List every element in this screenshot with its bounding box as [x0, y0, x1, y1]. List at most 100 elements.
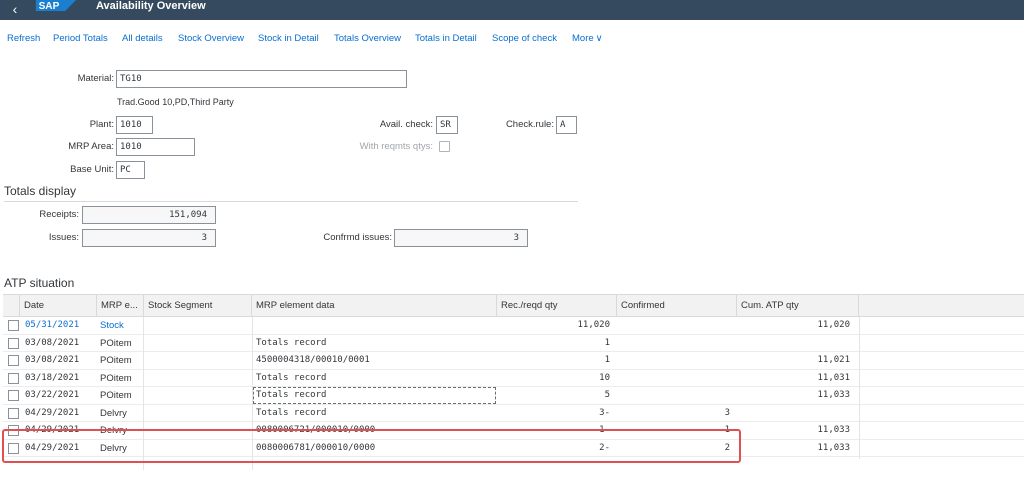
- svg-text:SAP: SAP: [39, 1, 60, 11]
- table-row[interactable]: 03/18/2021 POitem Totals record 10 11,031: [3, 370, 1024, 387]
- table-row[interactable]: 04/29/2021 Delvry Totals record 3- 3: [3, 405, 1024, 422]
- stock-segment-cell: [148, 405, 248, 422]
- mrp-element-cell: POitem: [100, 355, 132, 366]
- plant-label: Plant:: [89, 119, 114, 130]
- confirmed-cell: [620, 317, 730, 334]
- stock-segment-cell: [148, 317, 248, 334]
- totals-separator: [4, 201, 578, 202]
- mrp-element-cell: POitem: [100, 372, 132, 384]
- table-row[interactable]: 05/31/2021 Stock 11,020 11,020: [3, 317, 1024, 335]
- mrp-element-cell[interactable]: Stock: [100, 317, 142, 334]
- cum-atp-qty-cell: 11,033: [817, 390, 850, 400]
- row-select-checkbox[interactable]: [8, 390, 19, 401]
- confirmed-cell: 3: [724, 407, 730, 418]
- mrp-area-label: MRP Area:: [68, 141, 114, 152]
- back-arrow-icon[interactable]: ‹: [6, 2, 24, 18]
- mrp-element-data-cell: Totals record: [256, 337, 327, 348]
- cum-atp-qty-cell: 11,031: [817, 372, 850, 383]
- cum-atp-qty-cell: 11,020: [817, 320, 850, 330]
- stock-segment-cell: [148, 387, 248, 404]
- confirmed-issues-label: Confrmd issues:: [323, 232, 392, 243]
- material-description: Trad.Good 10,PD,Third Party: [117, 97, 234, 107]
- toolbar: Refresh Period Totals All details Stock …: [0, 32, 1024, 48]
- table-row[interactable]: 03/22/2021 POitem Totals record 5 11,033: [3, 387, 1024, 405]
- more-label: More: [572, 33, 594, 44]
- col-date[interactable]: Date: [20, 295, 97, 316]
- grid-divider: [859, 317, 860, 459]
- avail-check-label: Avail. check:: [379, 119, 433, 130]
- cum-atp-qty-cell: [740, 335, 850, 352]
- select-all-column[interactable]: [3, 295, 20, 316]
- mrp-element-data-cell: 4500004318/00010/0001: [256, 355, 370, 365]
- cell-focus-indicator: [253, 387, 496, 404]
- atp-situation-title: ATP situation: [4, 276, 75, 290]
- period-totals-button[interactable]: Period Totals: [53, 32, 108, 46]
- mrp-element-data-cell: Totals record: [256, 372, 327, 383]
- check-rule-field: A: [556, 116, 577, 134]
- date-cell: 03/18/2021: [25, 372, 80, 383]
- col-confirmed[interactable]: Confirmed: [617, 295, 737, 316]
- row-select-checkbox[interactable]: [8, 337, 19, 349]
- scope-of-check-button[interactable]: Scope of check: [492, 32, 557, 46]
- base-unit-label: Base Unit:: [70, 164, 114, 175]
- issues-label: Issues:: [48, 232, 79, 243]
- rec-reqd-qty-cell: 11,020: [577, 320, 610, 330]
- date-cell: 03/08/2021: [25, 355, 80, 365]
- mrp-element-cell: POitem: [100, 390, 132, 401]
- refresh-button[interactable]: Refresh: [7, 32, 40, 46]
- date-cell: 03/22/2021: [25, 390, 80, 400]
- rec-reqd-qty-cell: 3-: [599, 407, 610, 418]
- mrp-area-field[interactable]: 1010: [116, 138, 195, 156]
- row-select-checkbox[interactable]: [8, 372, 19, 384]
- totals-in-detail-button[interactable]: Totals in Detail: [415, 32, 477, 46]
- shell-bar: ‹ SAP Availability Overview: [0, 0, 1024, 20]
- date-cell[interactable]: 05/31/2021: [25, 317, 95, 334]
- col-cum-atp-qty[interactable]: Cum. ATP qty: [737, 295, 859, 316]
- material-field[interactable]: TG10: [116, 70, 407, 88]
- cum-atp-qty-cell: 11,033: [817, 442, 850, 453]
- stock-overview-button[interactable]: Stock Overview: [178, 32, 244, 46]
- cum-atp-qty-cell: [740, 405, 850, 422]
- row-select-checkbox[interactable]: [8, 407, 19, 419]
- date-cell: 03/08/2021: [25, 337, 80, 348]
- mrp-element-data-cell: [256, 317, 494, 334]
- table-row[interactable]: 03/08/2021 POitem Totals record 1: [3, 335, 1024, 352]
- highlight-annotation: [2, 429, 741, 463]
- stock-segment-cell: [148, 335, 248, 352]
- cum-atp-qty-cell: 11,033: [817, 425, 850, 435]
- totals-overview-button[interactable]: Totals Overview: [334, 32, 401, 46]
- col-mrp-element[interactable]: MRP e...: [97, 295, 144, 316]
- stock-segment-cell: [148, 370, 248, 387]
- row-select-checkbox[interactable]: [8, 355, 19, 366]
- atp-table-header: Date MRP e... Stock Segment MRP element …: [3, 294, 1024, 317]
- material-label: Material:: [77, 73, 114, 84]
- base-unit-field: PC: [116, 161, 145, 179]
- receipts-field: 151,094: [82, 206, 216, 224]
- check-rule-label: Check.rule:: [505, 119, 554, 130]
- sap-logo[interactable]: SAP: [34, 0, 78, 11]
- col-stock-segment[interactable]: Stock Segment: [144, 295, 252, 316]
- rec-reqd-qty-cell: 1: [604, 337, 610, 348]
- avail-check-field: SR: [436, 116, 458, 134]
- all-details-button[interactable]: All details: [122, 32, 163, 46]
- mrp-element-data-cell: Totals record: [256, 407, 327, 418]
- stock-in-detail-button[interactable]: Stock in Detail: [258, 32, 319, 46]
- confirmed-issues-field: 3: [394, 229, 528, 247]
- confirmed-cell: [620, 335, 730, 352]
- row-select-checkbox[interactable]: [8, 320, 19, 331]
- stock-segment-cell: [148, 352, 248, 369]
- confirmed-cell: [620, 352, 730, 369]
- more-menu-button[interactable]: More ∨: [572, 32, 603, 46]
- confirmed-cell: [620, 370, 730, 387]
- mrp-element-cell: POitem: [100, 337, 132, 349]
- col-rec-reqd-qty[interactable]: Rec./reqd qty: [497, 295, 617, 316]
- receipts-label: Receipts:: [39, 209, 79, 220]
- rec-reqd-qty-cell: 1: [604, 355, 610, 365]
- date-cell: 04/29/2021: [25, 407, 80, 418]
- with-reqmts-label: With reqmts qtys:: [359, 141, 433, 152]
- table-row[interactable]: 03/08/2021 POitem 4500004318/00010/0001 1 11…: [3, 352, 1024, 370]
- plant-field[interactable]: 1010: [116, 116, 153, 134]
- confirmed-cell: [620, 387, 730, 404]
- col-mrp-element-data[interactable]: MRP element data: [252, 295, 497, 316]
- app-title: Availability Overview: [96, 0, 206, 12]
